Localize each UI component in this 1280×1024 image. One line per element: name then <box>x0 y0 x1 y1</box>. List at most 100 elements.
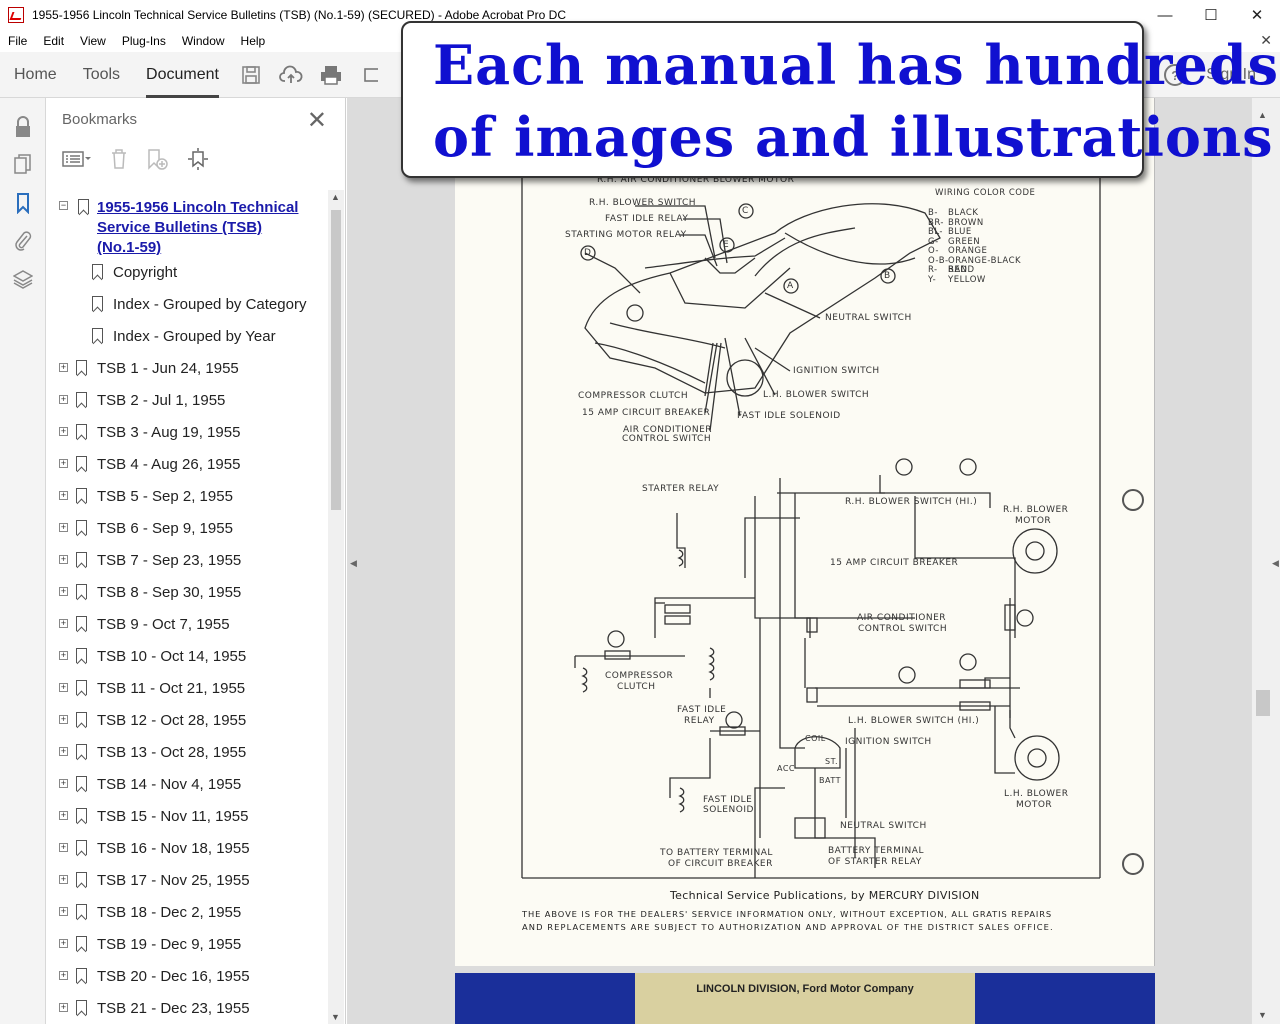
expand-icon[interactable]: + <box>59 779 68 788</box>
bookmark-tsb-item[interactable]: + TSB 4 - Aug 26, 1955 <box>46 448 328 480</box>
bookmark-tsb-item[interactable]: + TSB 19 - Dec 9, 1955 <box>46 928 328 960</box>
close-button[interactable]: ✕ <box>1234 0 1280 30</box>
bookmark-label[interactable]: Copyright <box>113 264 177 281</box>
bookmark-tsb-item[interactable]: + TSB 8 - Sep 30, 1955 <box>46 576 328 608</box>
tab-tools[interactable]: Tools <box>69 52 132 98</box>
expand-icon[interactable]: + <box>59 907 68 916</box>
expand-icon[interactable]: + <box>59 587 68 596</box>
bookmark-tsb-item[interactable]: + TSB 17 - Nov 25, 1955 <box>46 864 328 896</box>
scroll-down-icon[interactable]: ▼ <box>331 1012 340 1022</box>
bookmark-label[interactable]: TSB 6 - Sep 9, 1955 <box>97 520 233 537</box>
menu-window[interactable]: Window <box>174 34 233 48</box>
bookmark-root[interactable]: − 1955-1956 Lincoln Technical Service Bu… <box>46 190 328 256</box>
bookmark-label[interactable]: TSB 5 - Sep 2, 1955 <box>97 488 233 505</box>
expand-icon[interactable]: + <box>59 395 68 404</box>
scroll-down-arrow-icon[interactable]: ▼ <box>1258 1010 1267 1020</box>
print-icon[interactable] <box>311 52 351 98</box>
bookmark-tsb-item[interactable]: + TSB 1 - Jun 24, 1955 <box>46 352 328 384</box>
bookmark-label[interactable]: TSB 18 - Dec 2, 1955 <box>97 904 241 921</box>
bookmark-tsb-item[interactable]: + TSB 14 - Nov 4, 1955 <box>46 768 328 800</box>
bookmark-child[interactable]: Index - Grouped by Category <box>46 288 328 320</box>
bookmark-tsb-item[interactable]: + TSB 7 - Sep 23, 1955 <box>46 544 328 576</box>
bookmark-child[interactable]: Copyright <box>46 256 328 288</box>
bookmark-tsb-item[interactable]: + TSB 21 - Dec 23, 1955 <box>46 992 328 1024</box>
bookmark-label[interactable]: TSB 19 - Dec 9, 1955 <box>97 936 241 953</box>
bookmark-label[interactable]: TSB 3 - Aug 19, 1955 <box>97 424 240 441</box>
close-panel-icon[interactable]: ✕ <box>307 106 327 135</box>
new-bookmark-icon[interactable] <box>146 148 168 175</box>
collapse-icon[interactable]: − <box>59 201 68 210</box>
document-scroll-thumb[interactable] <box>1256 690 1270 716</box>
bookmark-tsb-item[interactable]: + TSB 12 - Oct 28, 1955 <box>46 704 328 736</box>
expand-icon[interactable]: + <box>59 939 68 948</box>
bookmark-tsb-item[interactable]: + TSB 15 - Nov 11, 1955 <box>46 800 328 832</box>
bookmark-tsb-item[interactable]: + TSB 9 - Oct 7, 1955 <box>46 608 328 640</box>
bookmark-label[interactable]: TSB 9 - Oct 7, 1955 <box>97 616 230 633</box>
document-viewport[interactable]: ◀ R.H. AIR CONDITIONER BLOWER MOTOR R.H.… <box>347 98 1280 1024</box>
bookmarks-panel-icon[interactable] <box>0 184 46 222</box>
expand-icon[interactable]: + <box>59 619 68 628</box>
attachments-icon[interactable] <box>0 222 46 260</box>
bookmark-label[interactable]: TSB 21 - Dec 23, 1955 <box>97 1000 250 1017</box>
expand-icon[interactable]: + <box>59 523 68 532</box>
expand-icon[interactable]: + <box>59 747 68 756</box>
bookmark-tsb-item[interactable]: + TSB 3 - Aug 19, 1955 <box>46 416 328 448</box>
expand-icon[interactable]: + <box>59 1003 68 1012</box>
expand-icon[interactable]: + <box>59 811 68 820</box>
menu-edit[interactable]: Edit <box>35 34 72 48</box>
upload-cloud-icon[interactable] <box>271 52 311 98</box>
bookmark-label[interactable]: Index - Grouped by Category <box>113 296 306 313</box>
expand-icon[interactable]: + <box>59 427 68 436</box>
expand-icon[interactable]: + <box>59 491 68 500</box>
pages-icon[interactable] <box>0 146 46 184</box>
bookmark-tsb-item[interactable]: + TSB 20 - Dec 16, 1955 <box>46 960 328 992</box>
bookmark-tsb-item[interactable]: + TSB 13 - Oct 28, 1955 <box>46 736 328 768</box>
bookmark-tsb-item[interactable]: + TSB 16 - Nov 18, 1955 <box>46 832 328 864</box>
bookmark-label[interactable]: TSB 15 - Nov 11, 1955 <box>97 808 248 825</box>
expand-icon[interactable]: + <box>59 715 68 724</box>
expand-icon[interactable]: + <box>59 971 68 980</box>
expand-icon[interactable]: + <box>59 363 68 372</box>
bookmarks-scroll-thumb[interactable] <box>331 210 341 510</box>
bookmark-label[interactable]: TSB 1 - Jun 24, 1955 <box>97 360 239 377</box>
save-icon[interactable] <box>231 52 271 98</box>
layers-icon[interactable] <box>0 260 46 298</box>
bookmark-tsb-item[interactable]: + TSB 11 - Oct 21, 1955 <box>46 672 328 704</box>
expand-icon[interactable]: + <box>59 459 68 468</box>
options-menu-icon[interactable] <box>62 149 92 174</box>
bookmark-label[interactable]: TSB 8 - Sep 30, 1955 <box>97 584 241 601</box>
menu-plugins[interactable]: Plug-Ins <box>114 34 174 48</box>
bookmark-root-label[interactable]: 1955-1956 Lincoln Technical Service Bull… <box>97 198 307 258</box>
bookmark-label[interactable]: TSB 16 - Nov 18, 1955 <box>97 840 250 857</box>
bookmark-tsb-item[interactable]: + TSB 2 - Jul 1, 1955 <box>46 384 328 416</box>
menu-file[interactable]: File <box>0 34 35 48</box>
expand-icon[interactable]: + <box>59 875 68 884</box>
bookmark-tsb-item[interactable]: + TSB 18 - Dec 2, 1955 <box>46 896 328 928</box>
minimize-button[interactable]: — <box>1142 0 1188 30</box>
bookmark-tsb-item[interactable]: + TSB 6 - Sep 9, 1955 <box>46 512 328 544</box>
bookmark-label[interactable]: TSB 12 - Oct 28, 1955 <box>97 712 246 729</box>
bookmark-label[interactable]: TSB 14 - Nov 4, 1955 <box>97 776 241 793</box>
bookmark-label[interactable]: TSB 7 - Sep 23, 1955 <box>97 552 241 569</box>
maximize-button[interactable]: ☐ <box>1188 0 1234 30</box>
tab-document[interactable]: Document <box>132 52 231 98</box>
lock-icon[interactable] <box>0 108 46 146</box>
bookmark-tsb-item[interactable]: + TSB 10 - Oct 14, 1955 <box>46 640 328 672</box>
bookmarks-scrollbar[interactable]: ▲ ▼ <box>328 190 344 1024</box>
tab-home[interactable]: Home <box>0 52 69 98</box>
menu-view[interactable]: View <box>72 34 114 48</box>
document-scrollbar[interactable]: ▲ ◀ ▼ <box>1251 98 1280 1024</box>
bookmark-label[interactable]: TSB 11 - Oct 21, 1955 <box>97 680 245 697</box>
bookmark-child[interactable]: Index - Grouped by Year <box>46 320 328 352</box>
scroll-up-icon[interactable]: ▲ <box>331 192 340 202</box>
expand-right-icon[interactable]: ◀ <box>1272 558 1279 569</box>
collapse-left-icon[interactable]: ◀ <box>350 558 357 569</box>
bookmark-label[interactable]: TSB 17 - Nov 25, 1955 <box>97 872 250 889</box>
bookmark-label[interactable]: TSB 2 - Jul 1, 1955 <box>97 392 225 409</box>
menu-help[interactable]: Help <box>233 34 274 48</box>
expand-icon[interactable]: + <box>59 651 68 660</box>
bookmark-tsb-item[interactable]: + TSB 5 - Sep 2, 1955 <box>46 480 328 512</box>
expand-bookmark-icon[interactable] <box>186 147 210 175</box>
bookmark-label[interactable]: TSB 4 - Aug 26, 1955 <box>97 456 240 473</box>
bookmark-label[interactable]: Index - Grouped by Year <box>113 328 276 345</box>
